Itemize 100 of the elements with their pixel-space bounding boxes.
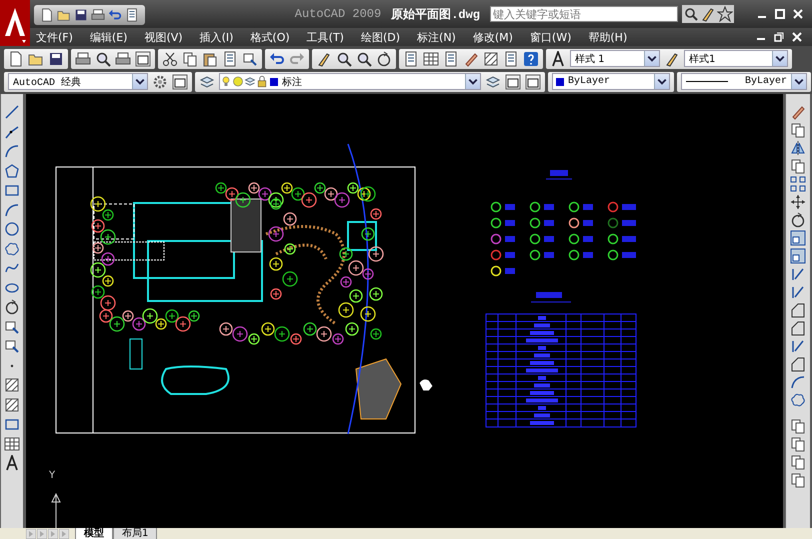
eraser-icon[interactable] <box>790 104 806 120</box>
menu-item[interactable]: 视图(V) <box>142 30 185 44</box>
document-icon[interactable] <box>222 50 238 66</box>
trim-icon[interactable] <box>790 338 806 354</box>
light-bulb-icon[interactable] <box>220 74 232 89</box>
arc-icon[interactable] <box>4 143 20 159</box>
app-logo-icon[interactable] <box>0 0 30 46</box>
new-file-icon[interactable] <box>8 50 24 66</box>
document-icon[interactable] <box>125 8 139 22</box>
document-icon[interactable] <box>443 50 459 66</box>
zoom-icon[interactable] <box>95 50 111 66</box>
arc-icon[interactable] <box>790 374 806 390</box>
text-icon[interactable] <box>4 455 20 471</box>
copy-icon[interactable] <box>182 50 198 66</box>
menu-item[interactable]: 工具(T) <box>304 30 346 44</box>
menu-item[interactable]: 文件(F) <box>34 30 75 44</box>
chamfer-icon[interactable] <box>790 320 806 336</box>
copy-icon[interactable] <box>790 158 806 174</box>
sun-icon[interactable] <box>232 74 244 89</box>
open-folder-icon[interactable] <box>57 8 71 22</box>
copy-icon[interactable] <box>790 472 806 488</box>
copy-icon[interactable] <box>790 418 806 434</box>
caret-icon[interactable] <box>654 74 669 89</box>
layout-tab[interactable]: 模型 <box>75 527 113 539</box>
printer-icon[interactable] <box>75 50 91 66</box>
scissors-icon[interactable] <box>162 50 178 66</box>
help-icon[interactable] <box>523 50 539 66</box>
cloud-icon[interactable] <box>4 240 20 256</box>
save-icon[interactable] <box>74 8 88 22</box>
document-icon[interactable] <box>403 50 419 66</box>
new-file-icon[interactable] <box>40 8 54 22</box>
rotate-icon[interactable] <box>790 212 806 228</box>
line-icon[interactable] <box>4 104 20 120</box>
menu-item[interactable]: 格式(O) <box>248 30 292 44</box>
brush-icon[interactable] <box>700 6 716 22</box>
linetype-dropdown[interactable]: ByLayer <box>681 73 807 90</box>
star-icon[interactable] <box>717 6 733 22</box>
text-icon[interactable] <box>550 50 566 66</box>
paste-icon[interactable] <box>202 50 218 66</box>
circle-icon[interactable] <box>4 221 20 237</box>
caret-icon[interactable] <box>791 74 806 89</box>
trim-icon[interactable] <box>790 284 806 300</box>
close-icon[interactable] <box>792 8 804 20</box>
workspace-dropdown[interactable]: AutoCAD 经典 <box>8 73 148 90</box>
text-style-dropdown[interactable]: 样式 1 <box>570 50 660 67</box>
insert-block-icon[interactable] <box>4 318 20 334</box>
insert-block-icon[interactable] <box>4 338 20 354</box>
color-dropdown[interactable]: ByLayer <box>552 73 670 90</box>
zoom-icon[interactable] <box>336 50 352 66</box>
caret-icon[interactable] <box>132 74 147 89</box>
settings-icon[interactable] <box>152 74 168 90</box>
brush-icon[interactable] <box>316 50 332 66</box>
rotate-icon[interactable] <box>376 50 392 66</box>
undo-icon[interactable] <box>269 50 285 66</box>
polygon-icon[interactable] <box>4 162 20 178</box>
menu-item[interactable]: 修改(M) <box>470 30 515 44</box>
zoom-icon[interactable] <box>356 50 372 66</box>
printer-icon[interactable] <box>91 8 105 22</box>
maximize-icon[interactable] <box>774 8 786 20</box>
hatch-icon[interactable] <box>4 396 20 412</box>
save-icon[interactable] <box>48 50 64 66</box>
insert-block-icon[interactable] <box>242 50 258 66</box>
polyline-icon[interactable] <box>4 124 20 140</box>
array-icon[interactable] <box>790 176 806 192</box>
layer-dropdown[interactable]: 标注 <box>219 73 481 90</box>
arc-icon[interactable] <box>4 202 20 218</box>
trim-icon[interactable] <box>790 266 806 282</box>
layers-icon[interactable] <box>485 74 501 90</box>
copy-icon[interactable] <box>790 122 806 138</box>
close-icon[interactable] <box>792 32 802 42</box>
hatch-icon[interactable] <box>483 50 499 66</box>
chamfer-icon[interactable] <box>790 356 806 372</box>
layers-icon[interactable] <box>199 74 215 90</box>
caret-icon[interactable] <box>772 51 787 66</box>
copy-icon[interactable] <box>790 454 806 470</box>
menu-item[interactable]: 编辑(E) <box>88 30 130 44</box>
hatch-icon[interactable] <box>4 377 20 393</box>
caret-icon[interactable] <box>465 74 480 89</box>
caret-icon[interactable] <box>644 51 659 66</box>
dimension-style-dropdown[interactable]: 样式1 <box>684 50 788 67</box>
document-icon[interactable] <box>503 50 519 66</box>
table-icon[interactable] <box>423 50 439 66</box>
menu-item[interactable]: 插入(I) <box>198 30 236 44</box>
copy-icon[interactable] <box>790 436 806 452</box>
undo-icon[interactable] <box>108 8 122 22</box>
cloud-icon[interactable] <box>790 392 806 408</box>
menu-item[interactable]: 标注(N) <box>415 30 458 44</box>
brush-icon[interactable] <box>664 50 680 66</box>
search-icon[interactable] <box>683 6 699 22</box>
chamfer-icon[interactable] <box>790 302 806 318</box>
restore-icon[interactable] <box>774 32 784 42</box>
table-icon[interactable] <box>4 436 20 452</box>
menu-item[interactable]: 绘图(D) <box>358 30 402 44</box>
eraser-icon[interactable] <box>463 50 479 66</box>
search-field[interactable]: 键入关键字或短语 <box>490 6 678 22</box>
menu-item[interactable]: 窗口(W) <box>528 30 574 44</box>
rotate-icon[interactable] <box>4 299 20 315</box>
lock-icon[interactable] <box>256 74 268 89</box>
menu-item[interactable]: 帮助(H) <box>586 30 630 44</box>
printer-icon[interactable] <box>115 50 131 66</box>
